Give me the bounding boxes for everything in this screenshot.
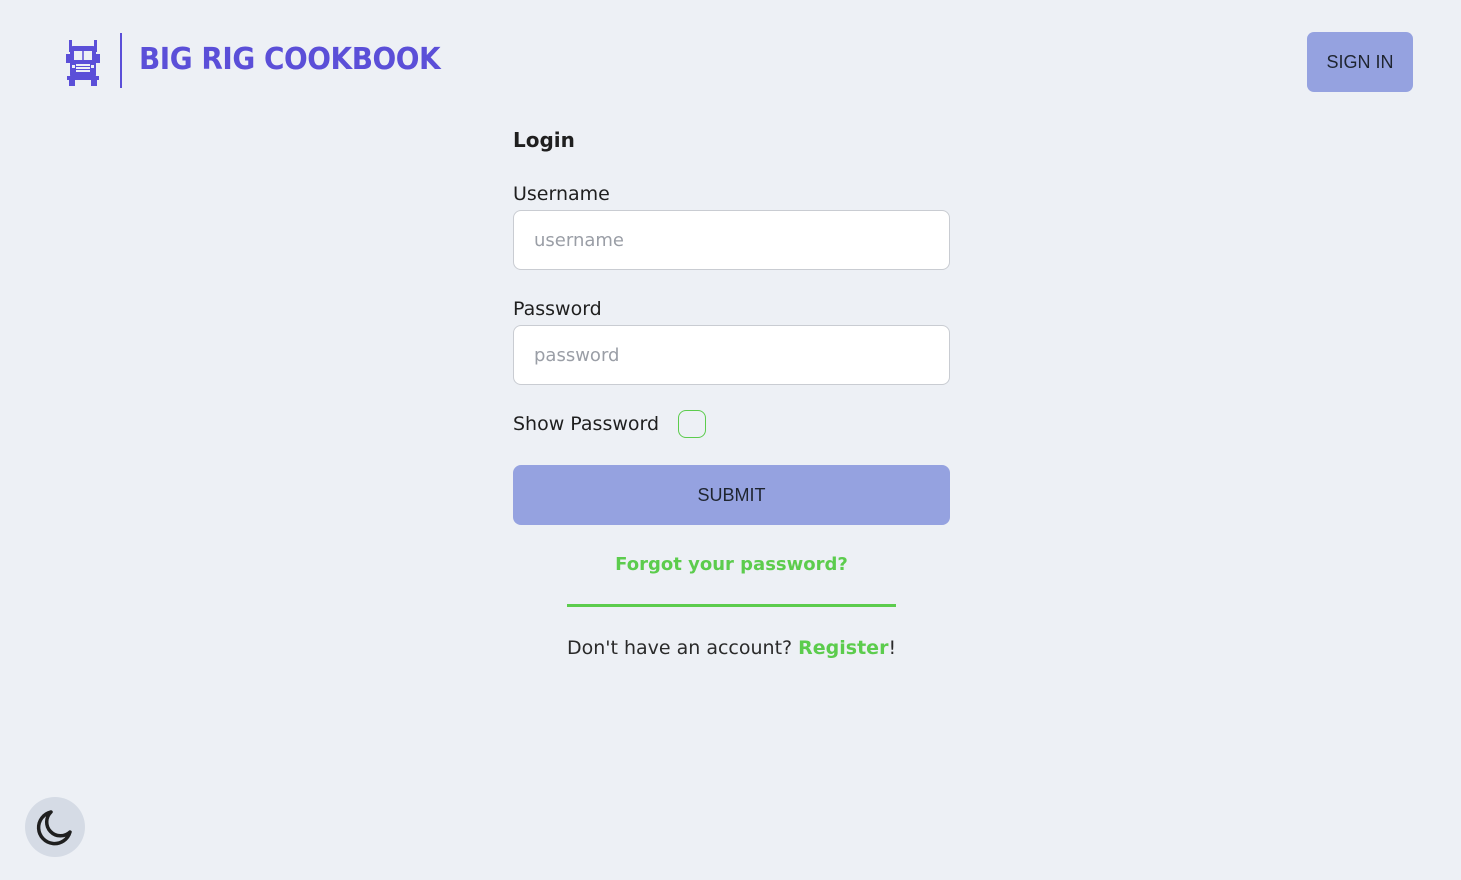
username-label: Username [513, 183, 610, 205]
show-password-checkbox[interactable] [678, 410, 706, 438]
password-label: Password [513, 298, 602, 320]
logo-divider [120, 33, 122, 88]
forgot-password-link[interactable]: Forgot your password? [513, 554, 950, 575]
site-header: BIG RIG COOKBOOK SIGN IN [0, 0, 1461, 120]
register-link[interactable]: Register [798, 637, 888, 659]
username-input[interactable] [513, 210, 950, 270]
no-account-text: Don't have an account? [566, 637, 799, 659]
register-prompt: Don't have an account? Register! [513, 637, 950, 659]
theme-toggle-button[interactable] [25, 797, 85, 857]
truck-icon[interactable] [66, 40, 100, 86]
divider [567, 604, 896, 607]
submit-button[interactable]: SUBMIT [513, 465, 950, 525]
login-title: Login [513, 128, 575, 152]
register-suffix: ! [888, 637, 897, 659]
show-password-label: Show Password [513, 413, 660, 435]
moon-icon [36, 810, 72, 846]
password-input[interactable] [513, 325, 950, 385]
brand-title[interactable]: BIG RIG COOKBOOK [139, 40, 441, 80]
sign-in-button[interactable]: SIGN IN [1307, 32, 1413, 92]
